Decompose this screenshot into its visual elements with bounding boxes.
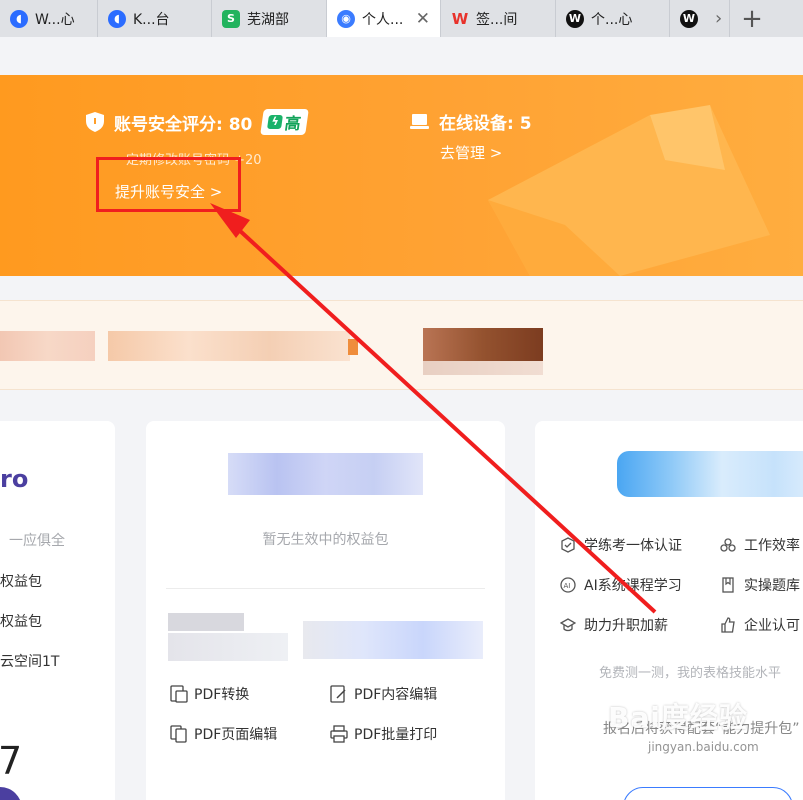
feature-label: 学练考一体认证 (584, 538, 682, 554)
divider (166, 588, 485, 589)
tab-label: W...心 (35, 11, 75, 28)
thumbs-up-icon (721, 617, 735, 633)
rights-package-card: 暂无生效中的权益包 PDF转换 PDF内容编辑 PDF页面编辑 PDF批量打印 (146, 421, 505, 800)
feature-enterprise[interactable]: 企业认可 (720, 615, 800, 635)
membership-card: ro 一应俱全 权益包 权益包 云空间1T 7 (0, 421, 115, 800)
highlight-box (96, 157, 241, 212)
free-test-text: 免费测一测，我的表格技能水平 (599, 666, 782, 681)
tool-label: PDF页面编辑 (194, 727, 278, 743)
security-score: 账号安全评分: 80 ϟ 高 (86, 109, 310, 135)
feature-ai-course[interactable]: AI AI系统课程学习 (560, 575, 682, 595)
baidu-watermark-url: jingyan.baidu.com (648, 740, 759, 754)
feature-question-bank[interactable]: 实操题库 (720, 575, 800, 595)
blurred-content (168, 613, 244, 631)
tool-label: PDF批量打印 (354, 727, 438, 743)
tool-pdf-convert[interactable]: PDF转换 (170, 684, 249, 704)
pdf-edit-icon (330, 685, 346, 703)
feature-label: 企业认可 (744, 618, 800, 634)
new-tab-button[interactable]: + (730, 0, 774, 37)
wps-icon: W (451, 9, 469, 28)
feature-label: 实操题库 (744, 578, 800, 594)
blurred-content (348, 339, 358, 355)
graduation-cap-icon (560, 618, 576, 632)
wps-w-icon: W (566, 9, 584, 28)
sheet-s-icon: S (222, 9, 240, 28)
kdocs-icon: ◖ (10, 9, 28, 28)
shield-check-icon (561, 537, 575, 553)
blurred-content (108, 331, 350, 361)
pro-title: ro (0, 465, 29, 493)
blurred-content (228, 453, 423, 495)
feature-label: 工作效率 (744, 538, 800, 554)
blurred-content (168, 633, 288, 661)
bookmark-icon (722, 577, 734, 593)
benefit-text: 云空间1T (0, 654, 60, 670)
feature-promotion[interactable]: 助力升职加薪 (560, 615, 668, 635)
chevron-right-icon[interactable]: › (715, 8, 722, 29)
wps-w-icon: W (680, 9, 698, 28)
purple-button[interactable] (0, 787, 22, 800)
browser-tab-bar: ◖ W...心 ◖ K...台 S 芜湖部 ◉ 个人... ✕ W 签...间 … (0, 0, 803, 37)
plus-icon: + (741, 3, 763, 34)
baidu-watermark: Bai度经验 (608, 701, 748, 734)
security-score-label: 账号安全评分: 80 (114, 114, 253, 135)
blurred-content (423, 361, 543, 375)
tab-label: K...台 (133, 11, 170, 28)
feature-efficiency[interactable]: 工作效率 (720, 535, 800, 555)
benefit-text: 一应俱全 (9, 533, 65, 549)
shield-icon (86, 112, 104, 132)
tab-1[interactable]: ◖ W...心 (0, 0, 98, 37)
tab-7[interactable]: W › (670, 0, 730, 37)
tab-label: 芜湖部 (247, 11, 289, 28)
tab-label: 个人... (362, 11, 404, 28)
decorative-arrow-illustration (488, 105, 770, 276)
feature-certification[interactable]: 学练考一体认证 (560, 535, 682, 555)
ai-icon: AI (560, 577, 576, 593)
close-icon[interactable]: ✕ (416, 9, 430, 29)
page: ◖ W...心 ◖ K...台 S 芜湖部 ◉ 个人... ✕ W 签...间 … (0, 0, 803, 800)
security-level-badge: ϟ 高 (260, 109, 310, 135)
tab-5[interactable]: W 签...间 (441, 0, 556, 37)
tab-3[interactable]: S 芜湖部 (212, 0, 327, 37)
tab-2[interactable]: ◖ K...台 (98, 0, 212, 37)
tab-6[interactable]: W 个...心 (556, 0, 670, 37)
empty-rights-text: 暂无生效中的权益包 (262, 532, 389, 548)
feature-label: AI系统课程学习 (584, 578, 682, 594)
pdf-pages-icon (170, 725, 187, 743)
tab-label: 签...间 (476, 11, 518, 28)
kdocs-icon: ◖ (108, 9, 126, 28)
blurred-content (0, 331, 95, 361)
bolt-icon: ϟ (267, 115, 284, 129)
tool-label: PDF内容编辑 (354, 687, 438, 703)
blurred-content (617, 451, 803, 497)
tab-label: 个...心 (591, 11, 633, 28)
blurred-content (423, 328, 543, 361)
tool-pdf-edit[interactable]: PDF内容编辑 (330, 684, 437, 704)
tool-pdf-page-edit[interactable]: PDF页面编辑 (170, 724, 277, 744)
manage-devices-link[interactable]: 去管理 > (440, 142, 502, 163)
security-level-text: 高 (283, 114, 303, 133)
benefit-text: 权益包 (0, 614, 42, 630)
online-devices: 在线设备: 5 (410, 109, 532, 134)
tool-label: PDF转换 (194, 687, 250, 703)
printer-icon (330, 725, 348, 743)
feature-label: 助力升职加薪 (584, 618, 668, 634)
tool-pdf-batch-print[interactable]: PDF批量打印 (330, 724, 437, 744)
cluster-icon (720, 538, 736, 552)
svg-text:AI: AI (564, 582, 571, 590)
pdf-convert-icon (170, 685, 188, 703)
enroll-button[interactable] (623, 787, 793, 800)
blurred-content (303, 621, 483, 659)
laptop-icon (410, 113, 429, 129)
promo-strip (0, 300, 803, 390)
online-devices-label: 在线设备: 5 (439, 114, 532, 134)
tab-4-active[interactable]: ◉ 个人... ✕ (327, 0, 441, 37)
price-number: 7 (0, 739, 23, 783)
user-icon: ◉ (337, 9, 355, 28)
benefit-text: 权益包 (0, 574, 42, 590)
